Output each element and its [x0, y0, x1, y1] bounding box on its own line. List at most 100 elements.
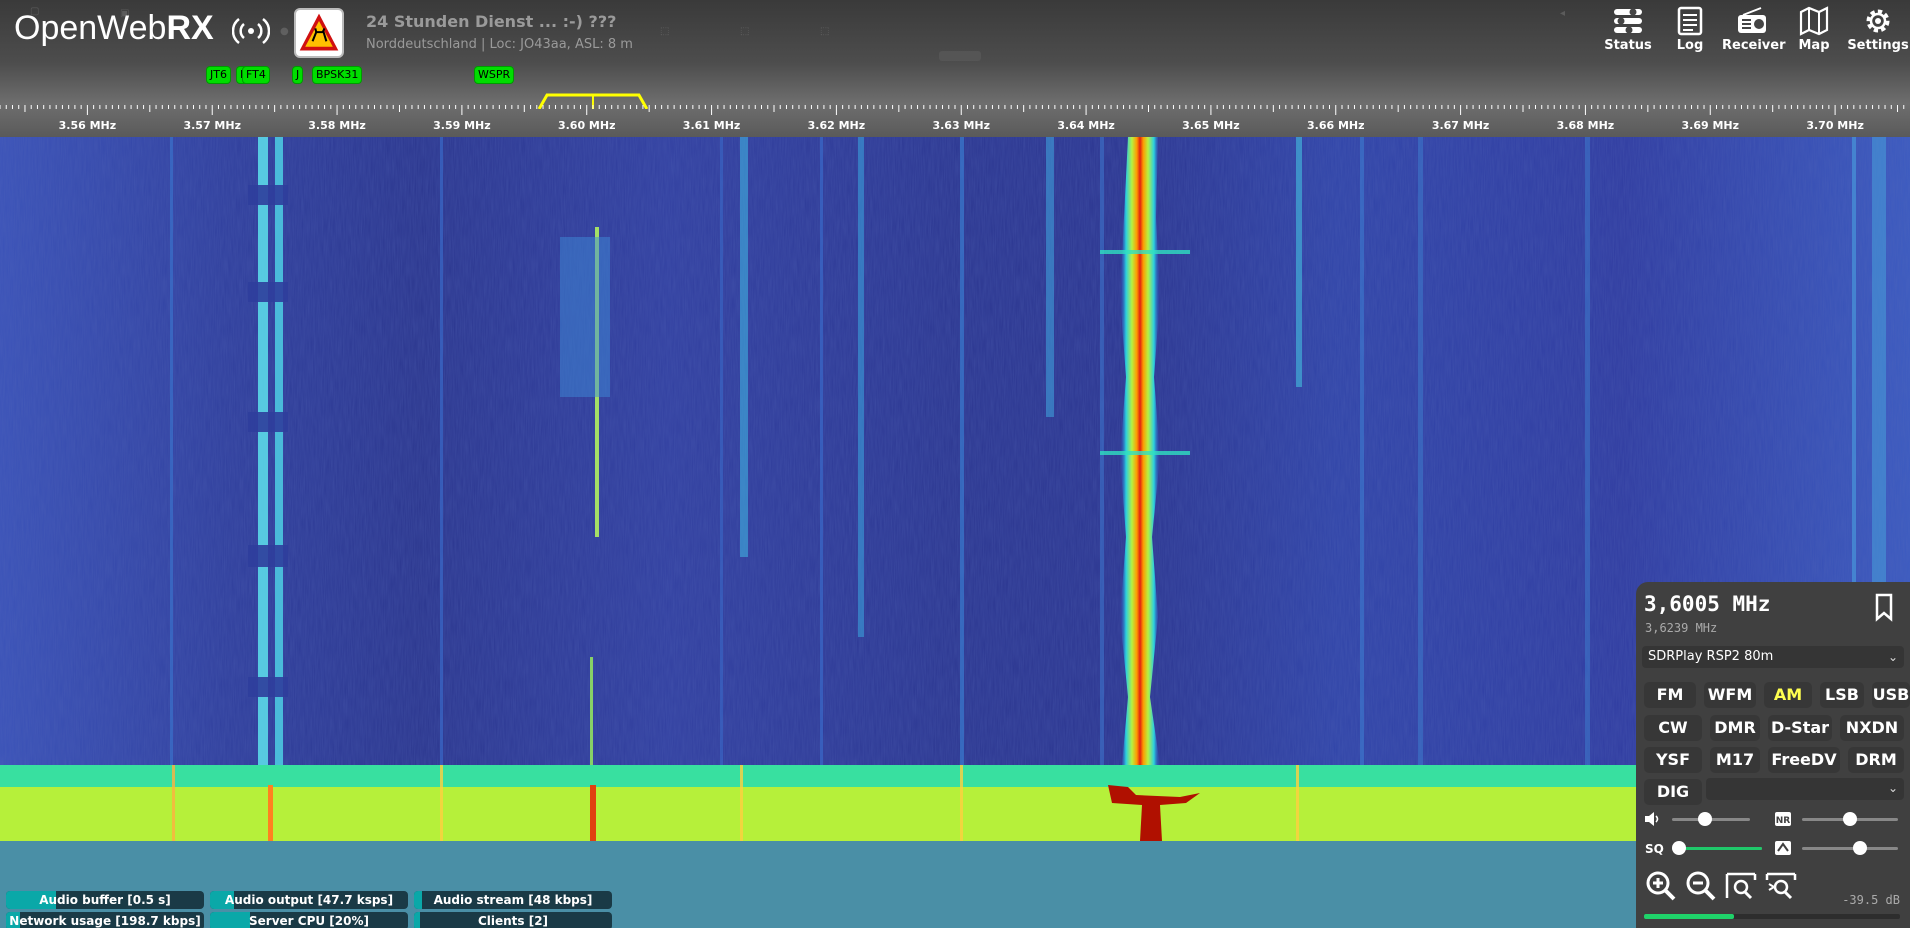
scale-label: 3.70 MHz	[1806, 119, 1864, 132]
status-bar-fill	[414, 891, 422, 909]
mode-button-dmr[interactable]: DMR	[1710, 715, 1760, 741]
zoom-center-icon[interactable]	[1764, 870, 1798, 902]
mode-button-am[interactable]: AM	[1764, 682, 1812, 708]
volume-icon[interactable]	[1644, 811, 1662, 827]
mode-button-lsb[interactable]: LSB	[1820, 682, 1864, 708]
spectrum-band	[0, 765, 1910, 855]
signal-trace	[1046, 137, 1054, 417]
status-bar-3: Network usage [198.7 kbps]	[6, 912, 204, 928]
scale-label: 3.63 MHz	[932, 119, 990, 132]
mode-button-wfm[interactable]: WFM	[1704, 682, 1756, 708]
signal-trace	[258, 137, 268, 765]
mode-button-m17[interactable]: M17	[1710, 747, 1760, 773]
zoom-in-icon[interactable]	[1644, 870, 1678, 902]
signal-gap	[248, 545, 288, 567]
status-bar-label: Network usage [198.7 kbps]	[9, 914, 201, 928]
app-root: ▢ ▣ ● ⬚ ⬚ ⬚ ◂ OpenWebRX 24 Stunden Diens…	[0, 0, 1910, 928]
sdr-profile-value: SDRPlay RSP2 80m	[1648, 649, 1774, 664]
waterfall-noise	[0, 137, 1910, 765]
receiver-avatar[interactable]	[294, 8, 344, 58]
mode-button-dig[interactable]: DIG	[1644, 779, 1702, 805]
gain-icon[interactable]	[1774, 840, 1792, 856]
passband-indicator[interactable]	[0, 63, 1910, 109]
signal-trace	[1418, 137, 1423, 765]
mode-button-cw[interactable]: CW	[1644, 715, 1702, 741]
waterfall-signals	[0, 137, 1910, 765]
receiver-panel: 3,6005 MHz 3,6239 MHz SDRPlay RSP2 80m ⌄…	[1636, 582, 1910, 928]
gear-icon	[1866, 9, 1890, 33]
mode-button-ysf[interactable]: YSF	[1644, 747, 1702, 773]
scale-label: 3.58 MHz	[308, 119, 366, 132]
log-icon	[1677, 6, 1703, 36]
smeter-value: -39.5 dB	[1842, 893, 1900, 907]
signal-trace	[720, 137, 723, 765]
signal-trace	[1360, 137, 1364, 765]
openwebrx-logo[interactable]: OpenWebRX	[14, 9, 214, 48]
scale-label: 3.61 MHz	[683, 119, 741, 132]
signal-trace	[590, 657, 593, 765]
status-bar-0: Audio buffer [0.5 s]	[6, 891, 204, 909]
receiver-button[interactable]: Receiver	[1722, 6, 1786, 53]
settings-button[interactable]: Settings	[1846, 6, 1910, 53]
scale-label: 3.59 MHz	[433, 119, 491, 132]
smeter-fill	[1644, 914, 1734, 919]
noise-reduction-slider[interactable]	[1802, 810, 1898, 830]
status-bar-fill	[414, 912, 420, 928]
scale-label: 3.64 MHz	[1057, 119, 1115, 132]
signal-gap	[248, 185, 288, 205]
sdr-profile-select[interactable]: SDRPlay RSP2 80m ⌄	[1642, 646, 1904, 668]
squelch-icon[interactable]: SQ	[1644, 840, 1664, 856]
status-bar-4: Server CPU [20%]	[210, 912, 408, 928]
mode-button-nxdn[interactable]: NXDN	[1840, 715, 1904, 741]
signal-trace	[440, 137, 443, 765]
signal-gap	[248, 412, 288, 432]
signal-trace	[170, 137, 173, 765]
band-line	[440, 765, 443, 841]
status-bar-label: Server CPU [20%]	[249, 914, 369, 928]
mode-button-freedv[interactable]: FreeDV	[1768, 747, 1840, 773]
zoom-out-icon[interactable]	[1684, 870, 1718, 902]
frequency-scale-area[interactable]: FTJT6JFT8FT4JBPSK31WSPR 3.56 MHz3.57 MHz…	[0, 51, 1910, 137]
mode-button-drm[interactable]: DRM	[1848, 747, 1904, 773]
status-bar-fill	[210, 912, 250, 928]
top-nav: Status Log Receiver Map Settings	[1596, 6, 1910, 53]
digital-mode-select[interactable]: ⌄	[1706, 778, 1904, 800]
status-bar-label: Audio output [47.7 ksps]	[224, 893, 394, 907]
sliders-icon	[1614, 8, 1642, 34]
status-button[interactable]: Status	[1598, 6, 1658, 53]
signal-trace	[560, 237, 610, 397]
scale-label: 3.69 MHz	[1681, 119, 1739, 132]
scale-label: 3.65 MHz	[1182, 119, 1240, 132]
status-bar-1: Audio output [47.7 ksps]	[210, 891, 408, 909]
log-button[interactable]: Log	[1660, 6, 1720, 53]
svg-text:NR: NR	[1776, 816, 1791, 826]
frequency-scale[interactable]: 3.56 MHz 3.57 MHz 3.58 MHz 3.59 MHz 3.60 MHz…	[0, 105, 1910, 137]
zoom-full-icon[interactable]	[1724, 870, 1758, 902]
mode-button-fm[interactable]: FM	[1644, 682, 1696, 708]
scale-label: 3.60 MHz	[558, 119, 616, 132]
mode-button-d-star[interactable]: D-Star	[1768, 715, 1832, 741]
band-line	[960, 765, 963, 841]
signal-trace	[858, 137, 864, 637]
band-line	[1296, 765, 1299, 841]
gain-slider[interactable]	[1802, 839, 1898, 859]
status-label: Status	[1604, 38, 1652, 53]
receiver-label: Receiver	[1722, 38, 1786, 53]
tuned-frequency[interactable]: 3,6005 MHz	[1644, 592, 1770, 616]
signal-gap	[248, 282, 288, 302]
status-bar-label: Clients [2]	[477, 914, 549, 928]
radio-icon	[1738, 7, 1766, 33]
waterfall-display[interactable]	[0, 137, 1910, 765]
squelch-slider[interactable]	[1672, 839, 1762, 859]
volume-slider[interactable]	[1672, 810, 1750, 830]
mode-button-usb[interactable]: USB	[1872, 682, 1910, 708]
noise-reduction-icon[interactable]: NR	[1774, 811, 1792, 827]
bookmark-icon[interactable]	[1870, 592, 1898, 622]
signal-trace	[1872, 137, 1886, 637]
svg-text:SQ: SQ	[1645, 842, 1664, 856]
center-frequency: 3,6239 MHz	[1645, 621, 1718, 635]
status-bar-label: Audio buffer [0.5 s]	[39, 893, 171, 907]
settings-label: Settings	[1847, 38, 1909, 53]
collapse-header-handle[interactable]	[939, 51, 981, 61]
map-button[interactable]: Map	[1784, 6, 1844, 53]
